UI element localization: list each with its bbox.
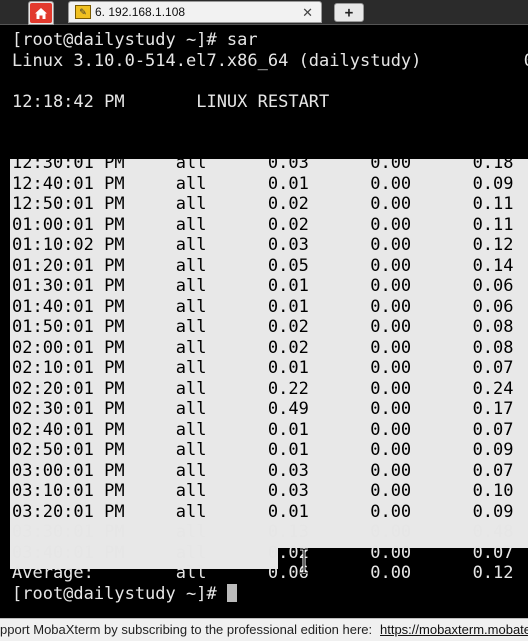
close-tab-icon[interactable]: ✕ xyxy=(302,5,313,21)
terminal-line: 12:20:01 PM CPU %user %nice %system xyxy=(12,133,514,153)
terminal-line: 01:30:01 PM all 0.01 0.00 0.06 xyxy=(12,276,514,296)
terminal-line: 02:00:01 PM all 0.02 0.00 0.08 xyxy=(12,338,514,358)
terminal-line: 12:50:01 PM all 0.02 0.00 0.11 xyxy=(12,194,514,214)
terminal-line: 01:20:01 PM all 0.05 0.00 0.14 xyxy=(12,256,514,276)
terminal-line: 02:30:01 PM all 0.49 0.00 0.17 xyxy=(12,399,514,419)
session-tab-label: 6. 192.168.1.108 xyxy=(95,5,186,19)
mobaxterm-link[interactable]: https://mobaxterm.mobatek.net xyxy=(380,619,528,641)
terminal-line: 01:50:01 PM all 0.02 0.00 0.08 xyxy=(12,317,514,337)
terminal-line: 02:10:01 PM all 0.01 0.00 0.07 xyxy=(12,358,514,378)
terminal-line: 03:30:01 PM all 0.13 0.00 0.48 xyxy=(12,522,514,542)
terminal-line: 12:30:01 PM all 0.03 0.00 0.18 xyxy=(12,153,514,173)
session-tab[interactable]: ✎ 6. 192.168.1.108 ✕ xyxy=(68,1,322,23)
terminal-line: 03:20:01 PM all 0.01 0.00 0.09 xyxy=(12,502,514,522)
new-tab-button[interactable]: + xyxy=(334,3,364,22)
tab-bar: ✎ 6. 192.168.1.108 ✕ + xyxy=(0,0,528,25)
terminal-line: [root@dailystudy ~]# sar xyxy=(12,30,258,50)
text-cursor xyxy=(226,584,237,602)
prompt-line[interactable]: [root@dailystudy ~]# xyxy=(12,584,237,604)
terminal-line: Linux 3.10.0-514.el7.x86_64 (dailystudy)… xyxy=(12,51,528,71)
status-text: pport MobaXterm by subscribing to the pr… xyxy=(0,622,373,637)
terminal-line: 03:40:01 PM all 0.02 0.00 0.07 xyxy=(12,543,514,563)
terminal-icon: ✎ xyxy=(75,5,91,19)
home-tab[interactable] xyxy=(28,1,54,25)
terminal-line: 03:00:01 PM all 0.03 0.00 0.07 xyxy=(12,461,514,481)
terminal-line: Average: all 0.06 0.00 0.12 xyxy=(12,563,514,583)
home-icon xyxy=(30,3,52,23)
terminal-line: 01:40:01 PM all 0.01 0.00 0.06 xyxy=(12,297,514,317)
status-bar: pport MobaXterm by subscribing to the pr… xyxy=(0,618,528,641)
ibeam-cursor-icon xyxy=(300,548,308,574)
prompt-text: [root@dailystudy ~]# xyxy=(12,584,227,604)
terminal-line: 12:18:42 PM LINUX RESTART xyxy=(12,92,330,112)
terminal-line: 01:10:02 PM all 0.03 0.00 0.12 xyxy=(12,235,514,255)
terminal-line: 02:20:01 PM all 0.22 0.00 0.24 xyxy=(12,379,514,399)
terminal-line: 03:10:01 PM all 0.03 0.00 0.10 xyxy=(12,481,514,501)
terminal-output[interactable]: [root@dailystudy ~]# sar Linux 3.10.0-51… xyxy=(0,26,528,618)
terminal-line: 02:50:01 PM all 0.01 0.00 0.09 xyxy=(12,440,514,460)
terminal-line: 01:00:01 PM all 0.02 0.00 0.11 xyxy=(12,215,514,235)
terminal-line: 12:40:01 PM all 0.01 0.00 0.09 xyxy=(12,174,514,194)
terminal-line: 02:40:01 PM all 0.01 0.00 0.07 xyxy=(12,420,514,440)
